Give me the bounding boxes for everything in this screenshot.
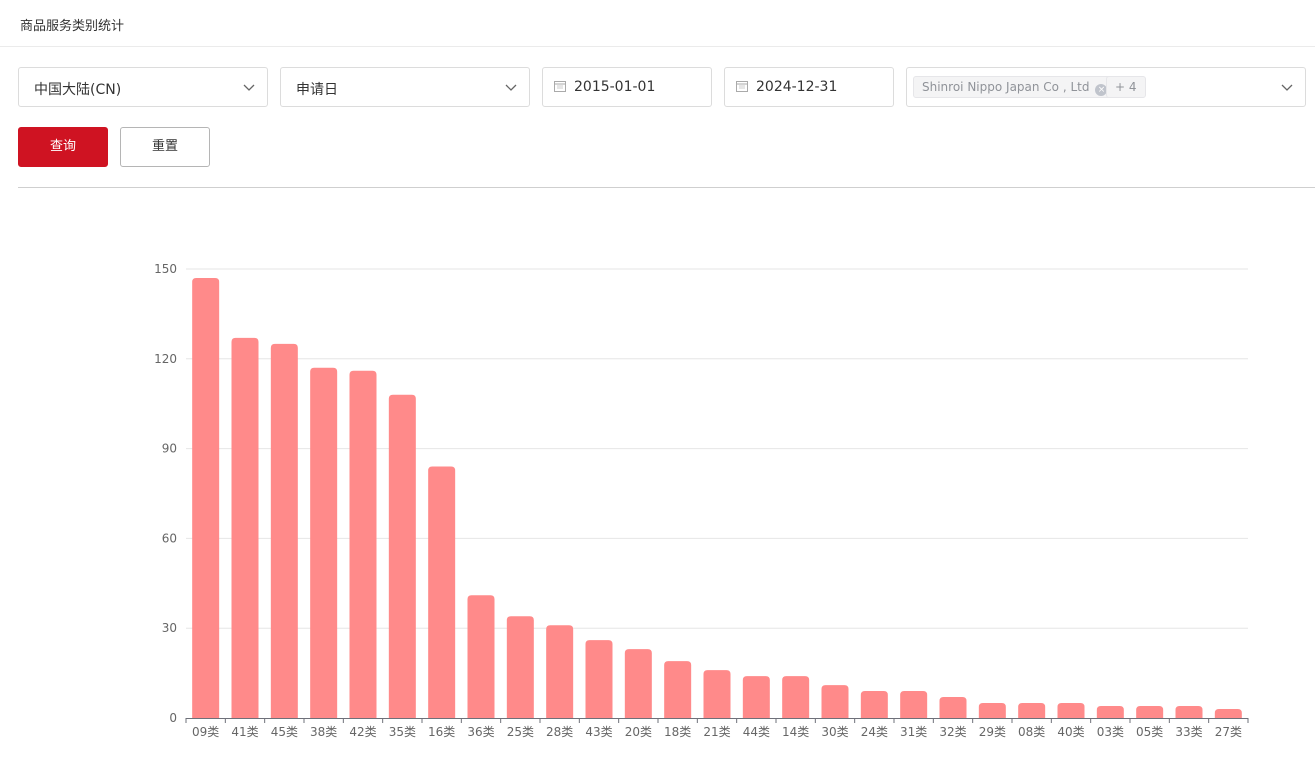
bar [900,691,928,718]
date-type-value: 申请日 [296,82,338,98]
applicant-tag-label: Shinroi Nippo Japan Co , Ltd [922,80,1090,94]
chevron-down-icon [243,84,255,91]
bar [821,685,849,718]
chevron-down-icon [1281,84,1293,91]
x-tick-label: 25类 [507,725,534,739]
bar [1175,706,1203,718]
bar [939,697,967,718]
x-tick-label: 08类 [1018,725,1045,739]
x-tick-label: 43类 [585,725,612,739]
bar [624,649,652,718]
x-tick-label: 21类 [703,725,730,739]
bar [310,367,338,718]
bar [1214,709,1242,718]
x-tick-label: 31类 [900,725,927,739]
x-tick-label: 20类 [625,725,652,739]
bar [1096,706,1124,718]
x-tick-label: 33类 [1175,725,1202,739]
y-tick-label: 0 [169,711,177,725]
bar [231,337,259,718]
x-tick-label: 44类 [743,725,770,739]
start-date-value: 2015-01-01 [574,79,656,95]
bar [782,676,810,718]
x-tick-label: 36类 [467,725,494,739]
bar [349,370,377,718]
bar [428,466,456,718]
x-tick-label: 42类 [349,725,376,739]
bar [1057,703,1085,718]
bar-chart: 0 30 60 90 120 150 09类 41类 45类 38类 42类 35类 16类 36类 25类… [154,262,1249,739]
x-tick-label: 27类 [1215,725,1242,739]
bar [506,616,534,718]
calendar-icon [554,81,566,92]
bar [860,691,888,718]
page-title: 商品服务类别统计 [20,19,125,34]
region-select-value: 中国大陆(CN) [34,82,122,98]
bar [664,661,692,718]
calendar-icon [736,81,748,92]
applicant-tag: Shinroi Nippo Japan Co , Ltd × [913,76,1117,98]
chevron-down-icon [505,84,517,91]
bar [467,595,495,718]
bar [270,343,298,718]
y-tick-label: 30 [162,621,177,635]
end-date-value: 2024-12-31 [756,79,838,95]
bar [388,394,416,718]
x-tick-label: 45类 [271,725,298,739]
x-tick-label: 09类 [192,725,219,739]
x-tick-label: 18类 [664,725,691,739]
x-tick-label: 28类 [546,725,573,739]
bar [703,670,731,718]
y-tick-label: 90 [162,442,177,456]
query-button[interactable]: 查询 [18,127,108,167]
bar [978,703,1006,718]
bar [742,676,770,718]
x-tick-label: 32类 [939,725,966,739]
x-tick-label: 03类 [1097,725,1124,739]
y-tick-label: 60 [162,531,177,545]
x-tick-label: 14类 [782,725,809,739]
y-tick-label: 150 [154,262,177,276]
x-tick-label: 24类 [861,725,888,739]
bar [1136,706,1164,718]
x-tick-label: 30类 [821,725,848,739]
date-type-select[interactable]: 申请日 [280,67,530,107]
x-tick-label: 38类 [310,725,337,739]
bar [1018,703,1046,718]
applicant-multiselect[interactable]: Shinroi Nippo Japan Co , Ltd × + 4 [906,67,1306,107]
page-header: 商品服务类别统计 [0,0,1315,47]
region-select[interactable]: 中国大陆(CN) [18,67,268,107]
bar [546,625,574,718]
divider [18,187,1315,188]
x-tick-label: 41类 [231,725,258,739]
start-date-input[interactable]: 2015-01-01 [542,67,712,107]
x-tick-label: 40类 [1057,725,1084,739]
bar [585,640,613,718]
y-tick-label: 120 [154,352,177,366]
x-tick-label: 29类 [979,725,1006,739]
x-tick-label: 16类 [428,725,455,739]
x-tick-label: 35类 [389,725,416,739]
end-date-input[interactable]: 2024-12-31 [724,67,894,107]
more-tag: + 4 [1106,76,1146,98]
x-tick-label: 05类 [1136,725,1163,739]
reset-button[interactable]: 重置 [120,127,210,167]
bar [192,277,220,718]
